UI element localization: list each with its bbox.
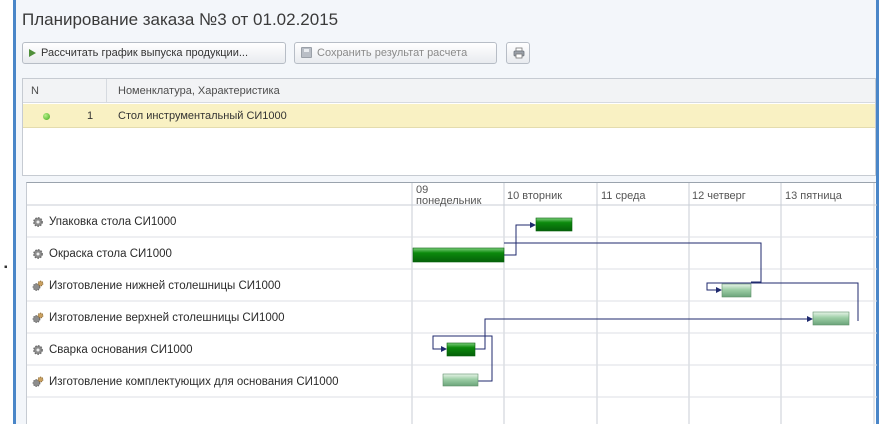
gantt-chart: 09 понедельник 10 вторник 11 среда 12 че… — [26, 182, 877, 424]
print-button[interactable] — [506, 42, 530, 64]
gantt-task-row[interactable]: Окраска стола СИ1000 — [27, 238, 412, 270]
gears-icon — [32, 312, 44, 323]
gear-icon — [33, 345, 43, 355]
status-dot-icon — [43, 113, 50, 120]
planning-window: ▪ Планирование заказа №3 от 01.02.2015 Р… — [0, 0, 890, 424]
task-name: Изготовление комплектующих для основания… — [49, 376, 339, 388]
task-name: Изготовление нижней столешницы СИ1000 — [49, 280, 281, 292]
gears-icon — [32, 280, 44, 291]
row-nomenclature: Стол инструментальный СИ1000 — [118, 110, 287, 122]
page-title: Планирование заказа №3 от 01.02.2015 — [22, 10, 339, 29]
day-header-12: 12 четверг — [692, 190, 746, 202]
play-icon — [29, 49, 36, 57]
bar-components — [442, 373, 479, 387]
gantt-task-row[interactable]: Упаковка стола СИ1000 — [27, 206, 412, 238]
gantt-task-row[interactable]: Изготовление верхней столешницы СИ1000 — [27, 302, 412, 334]
gear-icon — [33, 249, 43, 259]
save-result-label: Сохранить результат расчета — [317, 47, 468, 59]
save-icon — [301, 47, 312, 58]
task-name: Упаковка стола СИ1000 — [49, 216, 177, 228]
gantt-task-row[interactable]: Изготовление комплектующих для основания… — [27, 366, 412, 398]
gear-icon — [33, 217, 43, 227]
save-result-button[interactable]: Сохранить результат расчета — [294, 42, 497, 64]
day-header-13: 13 пятница — [785, 190, 842, 202]
column-header-nomenclature[interactable]: Номенклатура, Характеристика — [118, 79, 280, 103]
bar-welding — [446, 342, 476, 357]
gantt-task-row[interactable]: Изготовление нижней столешницы СИ1000 — [27, 270, 412, 302]
task-name: Сварка основания СИ1000 — [49, 344, 193, 356]
bar-upper-top — [812, 311, 850, 326]
row-number: 1 — [87, 110, 94, 122]
printer-icon — [513, 47, 525, 59]
gears-icon — [32, 376, 44, 387]
day-header-10: 10 вторник — [507, 190, 563, 202]
task-name: Окраска стола СИ1000 — [49, 248, 172, 260]
gantt-task-row[interactable]: Сварка основания СИ1000 — [27, 334, 412, 366]
bar-painting — [412, 247, 505, 263]
table-row[interactable]: 1 Стол инструментальный СИ1000 — [23, 104, 875, 128]
bar-bottom-top — [721, 283, 752, 298]
calculate-schedule-button[interactable]: Рассчитать график выпуска продукции... — [22, 42, 286, 64]
products-table-header: N Номенклатура, Характеристика — [23, 79, 875, 103]
day-header-11: 11 среда — [601, 190, 646, 202]
task-name: Изготовление верхней столешницы СИ1000 — [49, 312, 285, 324]
edge-marker: ▪ — [4, 262, 8, 273]
bar-packing — [535, 217, 573, 232]
column-header-n[interactable]: N — [23, 79, 107, 103]
products-table: N Номенклатура, Характеристика 1 Стол ин… — [22, 78, 876, 176]
window-left-border — [13, 0, 16, 424]
day-header-09-part2: понедельник — [416, 195, 482, 207]
calculate-schedule-label: Рассчитать график выпуска продукции... — [41, 47, 249, 59]
